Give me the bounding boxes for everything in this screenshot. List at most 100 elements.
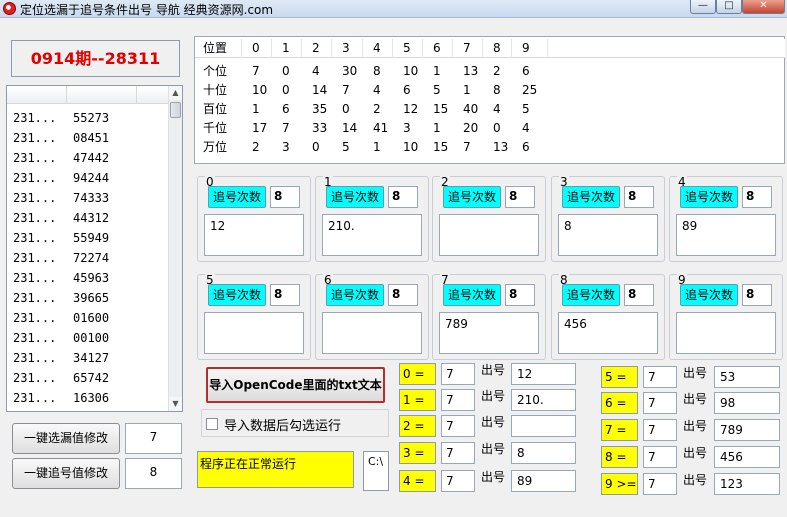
digit-group-textbox[interactable]: 89 — [676, 214, 776, 256]
list-header-col-2[interactable] — [67, 86, 137, 104]
list-scrollbar[interactable]: ▲ ▼ — [168, 86, 182, 411]
digit-group-textbox[interactable] — [322, 312, 422, 354]
digit-group-6: 6 追号次数 8 — [315, 273, 429, 360]
digit-group-textbox[interactable] — [439, 214, 539, 256]
omission-value-input[interactable]: 7 — [125, 423, 182, 454]
list-item-number: 39665 — [73, 291, 110, 305]
mapping-value-input[interactable]: 7 — [441, 389, 475, 411]
digit-group-textbox[interactable]: 789 — [439, 312, 539, 354]
path-textbox[interactable]: C:\ — [363, 451, 389, 491]
digit-group-textbox[interactable]: 456 — [558, 312, 658, 354]
chase-count-input[interactable]: 8 — [270, 284, 300, 306]
mapping-value-input[interactable]: 7 — [643, 392, 677, 414]
list-header-col-1[interactable] — [7, 86, 67, 104]
list-item-number: 65742 — [73, 371, 110, 385]
scroll-up-icon[interactable]: ▲ — [169, 86, 182, 100]
mapping-value-input[interactable]: 7 — [643, 473, 677, 495]
digit-group-textbox[interactable] — [204, 312, 304, 354]
one-click-omission-edit-button[interactable]: 一键选漏值修改 — [12, 423, 120, 454]
one-click-chase-edit-button[interactable]: 一键追号值修改 — [12, 458, 120, 489]
mapping-result-input[interactable]: 98 — [714, 392, 780, 414]
mapping-result-input[interactable]: 789 — [714, 419, 780, 441]
list-item-number: 16306 — [73, 391, 110, 405]
list-item-period: 231... — [13, 351, 57, 365]
stats-cell: 0 — [282, 64, 290, 78]
chase-count-button[interactable]: 追号次数 — [680, 186, 738, 208]
mapping-result-input[interactable]: 456 — [714, 446, 780, 468]
mapping-value-input[interactable]: 7 — [643, 366, 677, 388]
list-item-period: 231... — [13, 291, 57, 305]
chase-value-input[interactable]: 8 — [125, 458, 182, 489]
stats-column-divider — [547, 39, 548, 58]
chase-count-input[interactable]: 8 — [505, 186, 535, 208]
mapping-row: 4 = 7 出号 89 — [399, 470, 576, 492]
mapping-result-input[interactable]: 8 — [511, 442, 576, 464]
chase-count-button[interactable]: 追号次数 — [443, 186, 501, 208]
chase-count-button[interactable]: 追号次数 — [208, 284, 266, 306]
list-item-number: 47442 — [73, 151, 110, 165]
digit-group-textbox[interactable]: 8 — [558, 214, 658, 256]
stats-position-label: 十位 — [203, 83, 228, 97]
chase-count-button[interactable]: 追号次数 — [326, 186, 384, 208]
scroll-down-icon[interactable]: ▼ — [169, 397, 182, 411]
chase-count-input[interactable]: 8 — [505, 284, 535, 306]
stats-cell: 0 — [342, 102, 350, 116]
chase-count-input[interactable]: 8 — [270, 186, 300, 208]
mapping-value-input[interactable]: 7 — [643, 419, 677, 441]
mapping-result-input[interactable]: 89 — [511, 470, 576, 492]
stats-position-label: 百位 — [203, 102, 228, 116]
stats-cell: 7 — [463, 41, 471, 55]
stats-cell: 6 — [522, 140, 530, 154]
stats-cell: 4 — [493, 102, 501, 116]
chase-count-input[interactable]: 8 — [388, 186, 418, 208]
mapping-result-input[interactable]: 53 — [714, 366, 780, 388]
list-item-period: 231... — [13, 331, 57, 345]
mapping-value-input[interactable]: 7 — [441, 415, 475, 437]
stats-row: 个位 7 0 4 30 8 10 1 13 2 6 — [195, 62, 785, 81]
mapping-value-input[interactable]: 7 — [441, 442, 475, 464]
chase-count-input[interactable]: 8 — [742, 186, 772, 208]
chase-count-button[interactable]: 追号次数 — [208, 186, 266, 208]
chase-count-input[interactable]: 8 — [388, 284, 418, 306]
list-item-number: 34127 — [73, 351, 110, 365]
status-textbox[interactable]: 程序正在正常运行 — [197, 451, 354, 488]
stats-cell: 1 — [463, 83, 471, 97]
chase-count-button[interactable]: 追号次数 — [680, 284, 738, 306]
mapping-result-input[interactable]: 210. — [511, 389, 576, 411]
mapping-digit-label: 0 = — [399, 363, 436, 385]
maximize-button[interactable]: □ — [716, 0, 742, 14]
mapping-result-input[interactable]: 12 — [511, 363, 576, 385]
chase-count-input[interactable]: 8 — [742, 284, 772, 306]
stats-cell: 13 — [463, 64, 479, 78]
mapping-row: 6 = 7 出号 98 — [601, 392, 780, 414]
mapping-result-input[interactable]: 123 — [714, 473, 780, 495]
chase-count-button[interactable]: 追号次数 — [562, 284, 620, 306]
mapping-result-input[interactable] — [511, 415, 576, 437]
mapping-value-input[interactable]: 7 — [643, 446, 677, 468]
stats-cell: 2 — [373, 102, 381, 116]
mapping-value-input[interactable]: 7 — [441, 363, 475, 385]
chase-count-button[interactable]: 追号次数 — [562, 186, 620, 208]
auto-run-checkbox[interactable] — [206, 418, 218, 430]
digit-group-textbox[interactable]: 12 — [204, 214, 304, 256]
mapping-value-input[interactable]: 7 — [441, 470, 475, 492]
minimize-button[interactable]: — — [690, 0, 716, 14]
digit-group-textbox[interactable]: 210. — [322, 214, 422, 256]
chase-count-input[interactable]: 8 — [624, 186, 654, 208]
scroll-thumb[interactable] — [170, 102, 181, 118]
chase-count-button[interactable]: 追号次数 — [326, 284, 384, 306]
history-list[interactable]: 231... 55273 231... 08451 231... 47442 231... 9… — [6, 85, 183, 412]
list-item-number: 08451 — [73, 131, 110, 145]
digit-group-5: 5 追号次数 8 — [197, 273, 311, 360]
chase-count-button[interactable]: 追号次数 — [443, 284, 501, 306]
stats-cell: 2 — [312, 41, 320, 55]
stats-cell: 40 — [463, 102, 479, 116]
mapping-out-label: 出号 — [683, 419, 708, 433]
auto-run-option[interactable]: 导入数据后勾选运行 — [201, 409, 389, 437]
list-header — [7, 86, 172, 104]
digit-group-textbox[interactable] — [676, 312, 776, 354]
chase-count-input[interactable]: 8 — [624, 284, 654, 306]
close-button[interactable]: ✕ — [742, 0, 785, 14]
stats-cell: 0 — [252, 41, 260, 55]
import-txt-button[interactable]: 导入OpenCode里面的txt文本 — [206, 367, 385, 403]
